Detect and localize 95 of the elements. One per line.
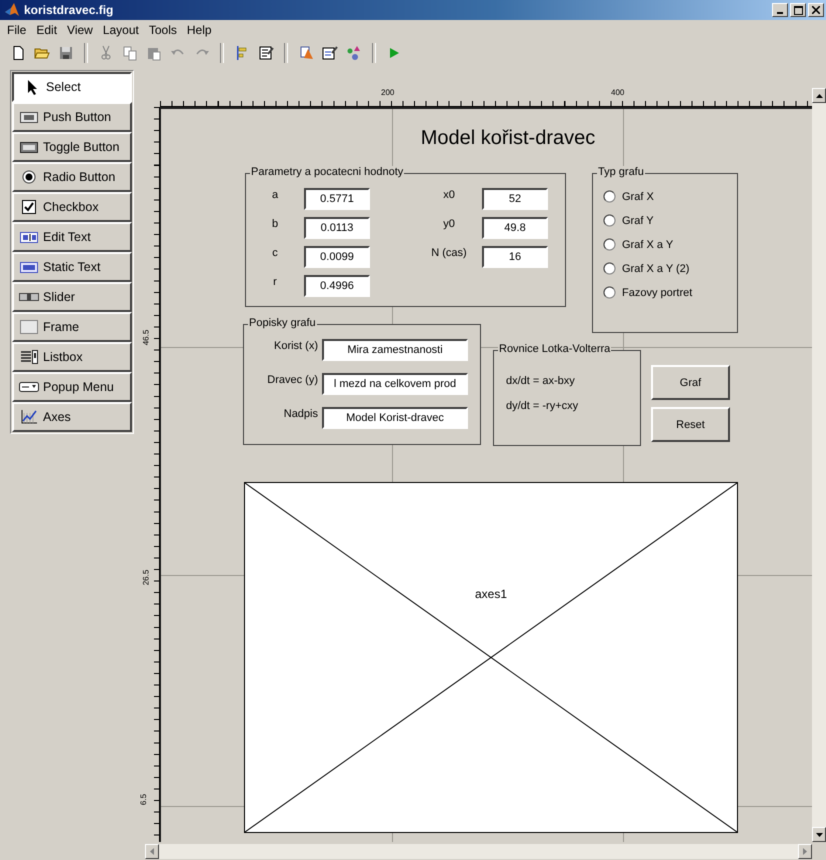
radio-label: Fazovy portret bbox=[622, 286, 692, 298]
palette-item[interactable]: Toggle Button bbox=[12, 132, 132, 162]
arrow-cursor-icon bbox=[26, 79, 38, 95]
edit-text-icon bbox=[20, 232, 38, 242]
paste-icon[interactable] bbox=[146, 45, 162, 61]
push-button[interactable]: Graf bbox=[651, 365, 730, 400]
right-arrow-icon bbox=[803, 848, 807, 855]
save-icon[interactable] bbox=[58, 45, 74, 61]
object-browser-icon[interactable] bbox=[346, 45, 362, 61]
radio-button-icon bbox=[22, 170, 36, 184]
menu-item[interactable]: View bbox=[62, 23, 98, 37]
down-arrow-icon bbox=[816, 832, 822, 836]
figure-title: Model kořist-dravec bbox=[420, 127, 596, 150]
copy-icon[interactable] bbox=[122, 45, 138, 61]
radio-button[interactable] bbox=[603, 190, 616, 203]
ruler-label: 46.5 bbox=[141, 330, 150, 346]
axes-icon bbox=[20, 409, 38, 425]
field-label: y0 bbox=[442, 217, 456, 230]
field-label: Korist (x) bbox=[273, 339, 318, 354]
edit-text-field[interactable]: 0.0113 bbox=[304, 217, 370, 239]
left-arrow-icon bbox=[150, 848, 154, 855]
window-title: koristdravec.fig bbox=[24, 3, 114, 17]
radio-button[interactable] bbox=[603, 262, 616, 275]
toggle-button-icon bbox=[20, 142, 38, 152]
edit-text-field[interactable]: Mira zamestnanosti bbox=[322, 339, 468, 361]
field-label: b bbox=[270, 217, 280, 230]
palette-item[interactable]: Radio Button bbox=[12, 162, 132, 192]
inspector-icon[interactable] bbox=[322, 45, 338, 61]
ruler-label: 200 bbox=[381, 88, 394, 97]
radio-button[interactable] bbox=[603, 214, 616, 227]
edit-text-field[interactable]: l mezd na celkovem prod bbox=[322, 373, 468, 395]
vertical-scrollbar[interactable] bbox=[812, 88, 826, 842]
palette-item[interactable]: Frame bbox=[12, 312, 132, 342]
horizontal-scrollbar[interactable] bbox=[145, 844, 812, 859]
panel-title: Parametry a pocatecni hodnoty bbox=[250, 166, 404, 178]
menu-item[interactable]: Help bbox=[182, 23, 217, 37]
ruler-label: 26.5 bbox=[141, 570, 150, 586]
axes-label: axes1 bbox=[474, 587, 508, 601]
listbox-icon bbox=[20, 350, 38, 364]
edit-text-field[interactable]: 0.4996 bbox=[304, 275, 370, 297]
field-label: x0 bbox=[442, 188, 456, 201]
palette-item[interactable]: Edit Text bbox=[12, 222, 132, 252]
maximize-icon bbox=[794, 6, 802, 14]
slider-icon bbox=[19, 293, 39, 301]
equation-text: dx/dt = ax-bxy bbox=[506, 375, 576, 387]
menu-item[interactable]: Tools bbox=[144, 23, 182, 37]
field-label: Nadpis bbox=[282, 407, 318, 422]
panel-title: Rovnice Lotka-Volterra bbox=[498, 343, 612, 355]
maximize-button[interactable] bbox=[790, 3, 806, 17]
field-label: N (cas) bbox=[430, 246, 468, 259]
popup-menu-icon bbox=[19, 382, 39, 392]
palette-item[interactable]: Listbox bbox=[12, 342, 132, 372]
palette-item[interactable]: Push Button bbox=[12, 102, 132, 132]
editor-icon[interactable] bbox=[298, 45, 314, 61]
edit-text-field[interactable]: Model Korist-dravec bbox=[322, 407, 468, 429]
radio-button[interactable] bbox=[603, 286, 616, 299]
edit-text-field[interactable]: 16 bbox=[482, 246, 548, 268]
checkbox-icon bbox=[22, 200, 36, 214]
menu-item[interactable]: Layout bbox=[98, 23, 144, 37]
push-button[interactable]: Reset bbox=[651, 407, 730, 442]
static-text-icon bbox=[20, 262, 38, 272]
frame-icon bbox=[20, 320, 38, 334]
field-label: c bbox=[271, 246, 279, 259]
radio-label: Graf X bbox=[622, 190, 654, 202]
edit-text-field[interactable]: 52 bbox=[482, 188, 548, 210]
edit-text-field[interactable]: 0.5771 bbox=[304, 188, 370, 210]
menu-item[interactable]: Edit bbox=[31, 23, 62, 37]
palette-item[interactable]: Popup Menu bbox=[12, 372, 132, 402]
field-label: Dravec (y) bbox=[266, 373, 318, 388]
equation-text: dy/dt = -ry+cxy bbox=[506, 400, 580, 412]
panel-title: Typ grafu bbox=[597, 166, 645, 178]
minimize-button[interactable] bbox=[772, 3, 788, 17]
palette-item[interactable]: Static Text bbox=[12, 252, 132, 282]
up-arrow-icon bbox=[816, 94, 822, 98]
ruler-label: 6.5 bbox=[139, 794, 148, 806]
radio-label: Graf X a Y (2) bbox=[622, 262, 690, 274]
radio-label: Graf Y bbox=[622, 214, 654, 226]
panel-title: Popisky grafu bbox=[248, 317, 317, 329]
close-button[interactable] bbox=[808, 3, 824, 17]
palette-item[interactable]: Select bbox=[12, 72, 132, 102]
app-logo-icon bbox=[4, 2, 20, 18]
radio-label: Graf X a Y bbox=[622, 238, 674, 250]
palette-item[interactable]: Checkbox bbox=[12, 192, 132, 222]
menu-item[interactable]: File bbox=[2, 23, 32, 37]
menu-editor-icon[interactable] bbox=[258, 45, 274, 61]
edit-text-field[interactable]: 49.8 bbox=[482, 217, 548, 239]
radio-button[interactable] bbox=[603, 238, 616, 251]
ruler-label: 400 bbox=[611, 88, 624, 97]
edit-text-field[interactable]: 0.0099 bbox=[304, 246, 370, 268]
close-icon bbox=[812, 6, 820, 14]
field-label: r bbox=[272, 275, 278, 288]
palette-item[interactable]: Slider bbox=[12, 282, 132, 312]
palette-item[interactable]: Axes bbox=[12, 402, 132, 432]
push-button-icon bbox=[20, 112, 38, 122]
field-label: a bbox=[270, 188, 280, 201]
